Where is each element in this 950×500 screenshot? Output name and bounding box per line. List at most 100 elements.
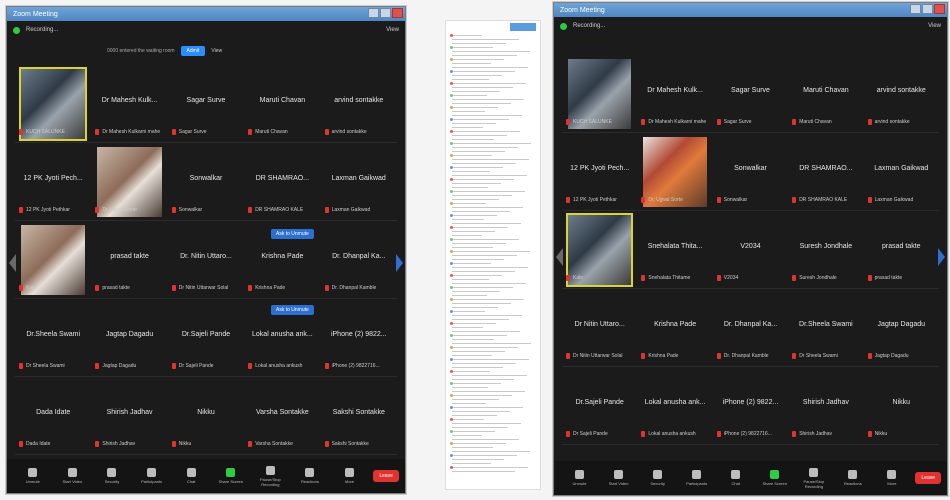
maximize-button[interactable] xyxy=(380,8,391,18)
participant-name-tag: arvind sontakke xyxy=(867,119,910,125)
participant-tile[interactable]: Krishna Pade Krishna Pade xyxy=(637,289,712,367)
participant-tile[interactable]: Nikku Nikku xyxy=(864,367,939,445)
participant-tile[interactable]: Dr.Sheela Swami Dr Sheela Swami xyxy=(15,299,91,377)
view-button[interactable]: View xyxy=(386,27,399,33)
participant-tile[interactable]: Dr.Sajeli Pande Dr Sajeli Pande xyxy=(562,367,637,445)
participant-tile[interactable]: prasad takte prasad takte xyxy=(91,221,167,299)
next-page-arrow[interactable] xyxy=(396,254,403,272)
toolbar-button-participants[interactable]: Participants xyxy=(677,470,716,486)
toolbar-button-chat[interactable]: Chat xyxy=(716,470,755,486)
minimize-button[interactable] xyxy=(368,8,379,18)
toolbar-button-more[interactable]: More xyxy=(330,468,370,484)
participant-tile[interactable]: Varsha Sontakke Varsha Sontakke xyxy=(244,377,320,455)
participant-tile[interactable]: V2034 V2034 xyxy=(713,211,788,289)
toolbar-button-unmute[interactable]: Unmute xyxy=(13,468,53,484)
participant-tile[interactable]: arvind sontakke arvind sontakke xyxy=(321,65,397,143)
participant-tile[interactable]: iPhone (2) 9822... iPhone (2) 9822716... xyxy=(713,367,788,445)
toolbar-button-participants[interactable]: Participants xyxy=(132,468,172,484)
participant-tile[interactable]: Dada Idate Dada Idate xyxy=(15,377,91,455)
list-row-line xyxy=(452,271,515,272)
toolbar-button-unmute[interactable]: Unmute xyxy=(560,470,599,486)
admit-button[interactable]: Admit xyxy=(180,46,206,56)
toolbar-button-security[interactable]: Security xyxy=(92,468,132,484)
encryption-shield-icon[interactable] xyxy=(13,26,20,34)
participant-tile[interactable]: prasad takte prasad takte xyxy=(864,211,939,289)
window-controls xyxy=(910,4,945,14)
participant-tile[interactable]: 12 PK Jyoti Pech... 12 PK Jyoti Pethkar xyxy=(15,143,91,221)
next-page-arrow[interactable] xyxy=(938,248,945,266)
participant-tile[interactable]: Nikku Nikku xyxy=(168,377,244,455)
toolbar-button-share-screen[interactable]: Share Screen xyxy=(211,468,251,484)
participant-name-label: Jagtap Dagadu xyxy=(102,363,137,369)
participant-tile[interactable]: Dr Mahesh Kulk... Dr Mahesh Kulkarni mahe xyxy=(637,55,712,133)
participant-tile[interactable]: Dr.Sajeli Pande Dr Sajeli Pande xyxy=(168,299,244,377)
list-row-line xyxy=(452,215,497,216)
participant-tile[interactable]: Laxman Gaikwad Laxman Gaikwad xyxy=(321,143,397,221)
muted-mic-icon xyxy=(867,197,872,203)
participant-tile[interactable]: Dr Nitin Uttaro... Dr Nitin Uttarwar Sola… xyxy=(562,289,637,367)
toolbar-button-start-video[interactable]: Start Video xyxy=(53,468,93,484)
participant-tile[interactable]: Sonwalkar Sonwalkar xyxy=(168,143,244,221)
participant-tile[interactable]: Dr. Dhanpal Ka... Dr. Dhanpal Kamble xyxy=(713,289,788,367)
participant-tile[interactable]: Shirish Jadhav Shirish Jadhav xyxy=(788,367,863,445)
participant-tile[interactable]: Maruti Chavan Maruti Chavan xyxy=(244,65,320,143)
toolbar-button-pause-stop-recording[interactable]: Pause/Stop Recording xyxy=(251,465,291,487)
prev-page-arrow[interactable] xyxy=(9,254,16,272)
toolbar-button-share-screen[interactable]: Share Screen xyxy=(755,470,794,486)
participant-tile[interactable]: Shirish Jadhav Shirish Jadhav xyxy=(91,377,167,455)
leave-button[interactable]: Leave xyxy=(915,472,942,484)
participant-tile[interactable]: Lokal anusha ank... Lokal anusha ankush xyxy=(637,367,712,445)
list-row-line xyxy=(452,167,503,168)
close-button[interactable] xyxy=(392,8,403,18)
participant-tile[interactable]: Dr. Nitin Uttaro... Dr Nitin Uttarwar Sol… xyxy=(168,221,244,299)
gallery-row: Dr.Sheela Swami Dr Sheela Swami Jagtap Dag… xyxy=(15,299,397,377)
participant-tile[interactable]: Dr. Ujjwal Sorte xyxy=(637,133,712,211)
encryption-shield-icon[interactable] xyxy=(560,22,567,30)
participant-tile[interactable]: 12 PK Jyoti Pech... 12 PK Jyoti Pethkar xyxy=(562,133,637,211)
participant-tile[interactable]: Laxman Gaikwad Laxman Gaikwad xyxy=(864,133,939,211)
ask-to-unmute-button[interactable]: Ask to Unmute xyxy=(271,229,314,239)
participant-tile[interactable]: Snehalata Thita... Snehalata Thitame xyxy=(637,211,712,289)
participant-tile[interactable]: Kale xyxy=(15,221,91,299)
toolbar-button-more[interactable]: More xyxy=(872,470,911,486)
participant-tile[interactable]: Sakshi Sontakke Sakshi Sontakke xyxy=(321,377,397,455)
participant-tile[interactable]: KUCH SALUNKE xyxy=(562,55,637,133)
recording-indicator[interactable]: Recording... xyxy=(26,27,58,33)
participant-tile[interactable]: Kale xyxy=(562,211,637,289)
maximize-button[interactable] xyxy=(922,4,933,14)
toolbar-button-start-video[interactable]: Start Video xyxy=(599,470,638,486)
participant-tile[interactable]: Sonwalkar Sonwalkar xyxy=(713,133,788,211)
participant-tile[interactable]: iPhone (2) 9822... iPhone (2) 9822716... xyxy=(321,299,397,377)
participant-tile[interactable]: Jagtap Dagadu Jagtap Dagadu xyxy=(864,289,939,367)
minimize-button[interactable] xyxy=(910,4,921,14)
participant-tile[interactable]: Suresh Jondhale Suresh Jondhale xyxy=(788,211,863,289)
notice-view-button[interactable]: View xyxy=(211,48,222,54)
participant-tile[interactable]: Dr. Dhanpal Ka... Dr. Dhanpal Kamble xyxy=(321,221,397,299)
participant-tile[interactable]: Maruti Chavan Maruti Chavan xyxy=(788,55,863,133)
toolbar-button-security[interactable]: Security xyxy=(638,470,677,486)
participant-tile[interactable]: Jagtap Dagadu Jagtap Dagadu xyxy=(91,299,167,377)
participant-tile[interactable]: Sagar Surve Sagar Surve xyxy=(168,65,244,143)
toolbar-button-reactions[interactable]: Reactions xyxy=(833,470,872,486)
muted-mic-icon xyxy=(716,197,721,203)
participant-tile[interactable]: arvind sontakke arvind sontakke xyxy=(864,55,939,133)
ask-to-unmute-button[interactable]: Ask to Unmute xyxy=(271,305,314,315)
close-button[interactable] xyxy=(934,4,945,14)
participant-tile[interactable]: Dr Mahesh Kulk... Dr Mahesh Kulkarni mahe xyxy=(91,65,167,143)
leave-button[interactable]: Leave xyxy=(373,470,399,482)
participant-tile[interactable]: Dr. Ujjwal Sorte xyxy=(91,143,167,221)
participant-tile[interactable]: Dr.Sheela Swami Dr Sheela Swami xyxy=(788,289,863,367)
toolbar-button-reactions[interactable]: Reactions xyxy=(290,468,330,484)
recording-indicator[interactable]: Recording... xyxy=(573,23,605,29)
participant-tile[interactable]: DR SHAMRAO... DR SHAMRAO KALE xyxy=(244,143,320,221)
participant-tile[interactable]: DR SHAMRAO... DR SHAMRAO KALE xyxy=(788,133,863,211)
participant-tile[interactable]: Sagar Surve Sagar Surve xyxy=(713,55,788,133)
toolbar-button-pause-stop-recording[interactable]: Pause/Stop Recording xyxy=(794,467,833,489)
prev-page-arrow[interactable] xyxy=(556,248,563,266)
view-button[interactable]: View xyxy=(928,23,941,29)
participant-tile[interactable]: KUCH SALUNKE xyxy=(15,65,91,143)
participant-name-tag: Snehalata Thitame xyxy=(641,275,690,281)
participant-name-tag: 12 PK Jyoti Pethkar xyxy=(566,197,617,203)
toolbar-button-chat[interactable]: Chat xyxy=(171,468,211,484)
participant-name-label: Dr Sajeli Pande xyxy=(573,431,608,437)
